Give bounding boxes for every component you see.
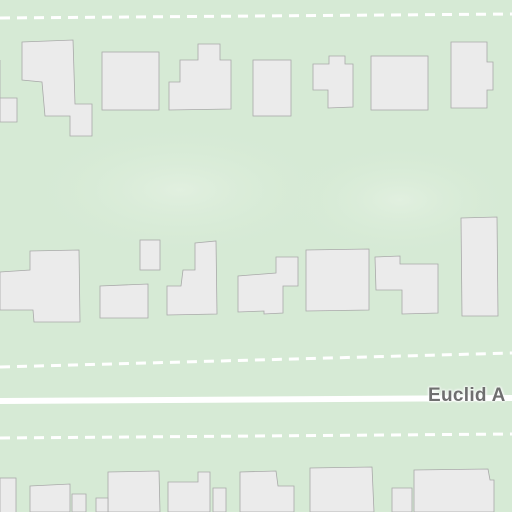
street-label-euclid: Euclid A bbox=[428, 385, 506, 406]
building bbox=[460, 216, 499, 317]
building bbox=[370, 55, 429, 111]
building bbox=[305, 248, 370, 312]
building bbox=[309, 466, 375, 512]
building bbox=[29, 483, 71, 512]
map-canvas[interactable] bbox=[0, 0, 512, 512]
building bbox=[107, 470, 161, 512]
building bbox=[139, 239, 161, 271]
building bbox=[71, 493, 87, 512]
building bbox=[252, 59, 292, 117]
building bbox=[99, 283, 149, 319]
building bbox=[0, 477, 17, 512]
building bbox=[413, 468, 495, 512]
building bbox=[212, 487, 227, 512]
building bbox=[101, 51, 160, 111]
building bbox=[391, 487, 413, 512]
building bbox=[95, 497, 109, 512]
map-view[interactable]: Euclid A bbox=[0, 0, 512, 512]
building bbox=[450, 41, 494, 109]
